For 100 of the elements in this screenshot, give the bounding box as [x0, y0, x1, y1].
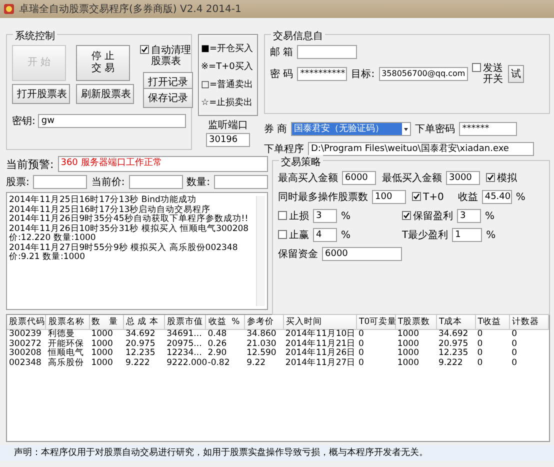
checkbox[interactable] — [486, 172, 495, 182]
table-cell-text: 0 — [510, 358, 518, 368]
column-header[interactable]: 股票代码 — [7, 315, 46, 330]
table-cell: 12234... — [164, 349, 206, 358]
table-cell-text: 0.26 — [206, 340, 228, 348]
input-field[interactable]: 4 — [313, 228, 337, 242]
input-field[interactable] — [33, 175, 88, 189]
table-cell-text: 0 — [510, 349, 518, 358]
table-cell-text: 0 — [358, 349, 365, 358]
input-field[interactable]: 6000 — [342, 171, 376, 185]
key-field[interactable]: gw — [38, 114, 186, 128]
field-label: % — [485, 210, 495, 222]
column-header[interactable]: T收益 — [475, 315, 510, 330]
input-field[interactable]: 3000 — [446, 171, 480, 185]
column-header[interactable]: T成本 — [436, 315, 476, 330]
column-header[interactable]: 收益 % — [206, 315, 245, 330]
column-header[interactable]: 参考价 — [244, 315, 284, 330]
legend-text: ※=T+0买入 — [201, 60, 254, 72]
checkbox[interactable] — [412, 192, 421, 200]
table-cell-text: 0 — [476, 340, 484, 348]
field-label: 最高买入金额 — [278, 172, 338, 185]
table-cell-text: 1000 — [90, 340, 114, 348]
field-label: % — [341, 210, 351, 222]
column-header[interactable]: 总 成 本 — [124, 315, 165, 330]
field-label: 股票: — [6, 176, 30, 189]
target-field[interactable]: 358056700@qq.com — [378, 67, 468, 81]
password-field[interactable]: ********** — [297, 67, 348, 81]
table-cell: 利德曼 — [46, 330, 90, 340]
input-field[interactable] — [128, 175, 183, 189]
field-label: 下单程序 — [264, 142, 304, 156]
table-cell-text: 1000 — [90, 349, 114, 358]
column-header[interactable]: T0可卖量 — [356, 315, 396, 330]
save-record-button[interactable]: 保存记录 — [143, 88, 193, 108]
log-line: 2014年11月26日10时35分31秒 模拟买入 恒顺电气300208 价:12.220 数量:1000 — [9, 224, 250, 243]
field-label: % — [486, 230, 496, 240]
alert-field: 360 服务器端口工作正常 — [58, 156, 268, 172]
table-cell: 0 — [475, 330, 510, 340]
stock-table-button[interactable]: 刷新股票表 — [76, 84, 134, 104]
log-line: 2014年11月26日9时35分45秒自动获取下单程序参数成功!! — [9, 215, 250, 224]
table-cell-text: 9.222 — [437, 358, 464, 368]
stock-table-button[interactable]: 打开股票表 — [12, 84, 70, 104]
input-field[interactable]: 45.40 — [482, 190, 512, 204]
column-header[interactable]: 数 量 — [89, 315, 124, 330]
checkbox[interactable] — [140, 45, 149, 54]
email-field[interactable] — [297, 45, 358, 59]
checkbox[interactable] — [472, 63, 482, 72]
legend-text: ☆=止损卖出 — [201, 96, 254, 108]
field-label: 邮 箱 — [270, 46, 294, 59]
table-cell-text: 0 — [358, 358, 365, 368]
table-cell-text: 高乐股份 — [46, 358, 85, 368]
disclaimer-text: 声明：本程序仅用于对股票自动交易进行研究，如用于股票实盘操作导致亏损，概与本程序开发者无关。 — [0, 445, 554, 461]
table-cell: 34691... — [164, 330, 206, 340]
checkbox[interactable] — [278, 230, 287, 238]
table-cell-text: 1000 — [396, 349, 420, 358]
checkbox-label: 保留盈利 — [413, 210, 453, 222]
input-field[interactable]: 6000 — [322, 247, 402, 261]
test-button[interactable]: 试 — [508, 65, 524, 83]
checkbox-label: T+0 — [423, 192, 444, 202]
column-header[interactable]: T股票数 — [395, 315, 436, 330]
table-cell-text: 20.975 — [437, 340, 470, 348]
field-label: 密钥: — [12, 114, 36, 128]
table-cell: 300239 — [7, 330, 46, 340]
field-label: T最少盈利 — [402, 228, 448, 242]
alert-label: 当前预警: — [6, 156, 54, 172]
table-cell-text: 12.590 — [246, 349, 278, 358]
stop-trading-button[interactable]: 停 止 交 易 — [76, 45, 130, 81]
input-field[interactable] — [214, 175, 268, 189]
column-header[interactable]: 股票市值 — [164, 315, 206, 330]
checkbox[interactable] — [278, 210, 287, 220]
table-cell-text: -0.82 — [206, 358, 231, 368]
log-line: 2014年11月25日16时17分13秒启动自动交易程序 — [9, 206, 211, 214]
port-field[interactable]: 30196 — [206, 133, 250, 147]
log-line: 2014年11月27日9时55分9秒 模拟买入 高乐股份002348 价:9.21 数量:1000 — [9, 244, 239, 262]
table-cell: 34.860 — [244, 330, 284, 340]
input-field[interactable]: 1 — [452, 228, 482, 242]
app-icon — [3, 3, 15, 15]
program-path-field[interactable]: D:\Program Files\weituo\国泰君安\xiadan.exe — [308, 142, 534, 156]
field-label: % — [516, 192, 526, 202]
scrollbar[interactable] — [256, 196, 265, 306]
input-field[interactable]: 3 — [457, 209, 481, 223]
order-password-field[interactable]: ****** — [459, 122, 518, 136]
checkbox-label: 自动清理股票表 — [151, 45, 192, 67]
input-field[interactable]: 3 — [313, 209, 337, 223]
table-cell-text: 20975... — [166, 340, 203, 348]
input-field[interactable]: 100 — [372, 190, 406, 204]
checkbox[interactable] — [402, 210, 411, 220]
table-cell: 1000 — [395, 330, 436, 340]
column-header[interactable]: 买入时间 — [283, 315, 357, 330]
column-header[interactable]: 计数器 — [510, 315, 548, 330]
checkbox-label: 止损 — [289, 210, 309, 222]
table-cell: 1000 — [89, 330, 124, 340]
table-cell-text: 1000 — [396, 340, 420, 348]
field-label: 密 码 — [270, 68, 294, 81]
table-cell-text: 300272 — [8, 340, 42, 348]
field-label: 最低买入金额 — [382, 172, 442, 185]
field-label: 保留资金 — [278, 248, 318, 261]
column-header[interactable]: 股票名称 — [46, 315, 90, 330]
table-cell: 0 — [356, 330, 396, 340]
checkbox-label: 模拟 — [497, 172, 517, 184]
broker-dropdown[interactable]: 国泰君安（无验证码） — [291, 122, 412, 136]
